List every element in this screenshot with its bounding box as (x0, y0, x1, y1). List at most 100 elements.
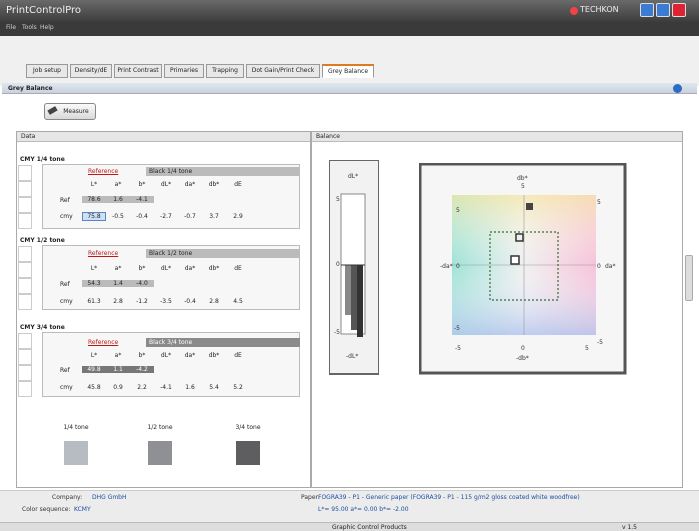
table-cell: 2.8 (113, 298, 123, 305)
paper-lab-values: L*= 95.00 a*= 0.00 b*= -2.00 (318, 506, 409, 513)
tick-label: 5 (585, 345, 589, 352)
column-header: b* (138, 181, 146, 188)
reference-link[interactable]: Reference (88, 339, 118, 346)
dl-bar-three-quarter (357, 265, 363, 337)
row-selector[interactable] (18, 365, 32, 381)
row-selector[interactable] (18, 246, 32, 262)
table-cell: 4.5 (233, 298, 243, 305)
column-header: a* (114, 352, 122, 359)
menu-help[interactable]: Help (40, 24, 54, 31)
tab-print-contrast[interactable]: Print Contrast (114, 64, 162, 78)
tab-dot-gain[interactable]: Dot Gain/Print Check (246, 64, 320, 78)
row-selector[interactable] (18, 349, 32, 365)
table-cell: 0.9 (113, 384, 123, 391)
row-label-ref: Ref (60, 281, 70, 288)
tab-primaries[interactable]: Primaries (164, 64, 204, 78)
minimize-button[interactable] (640, 3, 654, 17)
swatch-three-quarter-tone (236, 441, 260, 465)
title-bar: PrintControlPro TECHKON (0, 0, 699, 22)
table-cell: 2.2 (137, 384, 147, 391)
table-cell: 5.4 (209, 384, 219, 391)
swatch-label: 1/2 tone (147, 424, 173, 431)
dl-scale-label: -5 (334, 329, 340, 336)
app-title: PrintControlPro (6, 5, 82, 16)
row-selector[interactable] (18, 197, 32, 213)
column-header: db* (208, 352, 220, 359)
row-selector[interactable] (18, 381, 32, 397)
table-cell: -0.5 (112, 213, 124, 220)
sequence-label: Color sequence: (22, 506, 71, 513)
column-header: dE (234, 265, 242, 272)
table-cell: 1.6 (185, 384, 195, 391)
column-header: dL* (160, 265, 172, 272)
footer-strip: Graphic Control Products v 1.5 (0, 522, 699, 531)
brand-logo-icon (570, 7, 578, 15)
reference-select[interactable]: Black 1/2 tone (146, 249, 300, 258)
point-half-tone (515, 233, 524, 242)
dl-bar-quarter (345, 265, 351, 315)
column-header: db* (208, 265, 220, 272)
column-header: dL* (160, 181, 172, 188)
da-left-label: -da* (440, 263, 453, 270)
row-selector[interactable] (18, 165, 32, 181)
row-label-cmy: cmy (60, 213, 73, 220)
maximize-button[interactable] (656, 3, 670, 17)
column-header: dL* (160, 352, 172, 359)
column-header: L* (90, 265, 98, 272)
table-cell: 78.6 (82, 196, 106, 203)
table-cell: -0.4 (136, 213, 148, 220)
dl-bottom-label: -dL* (346, 353, 359, 360)
company-value: DHG GmbH (92, 494, 127, 501)
column-header: b* (138, 352, 146, 359)
table-cell: -3.5 (160, 298, 172, 305)
tick-label: -5 (455, 345, 461, 352)
table-cell: 61.3 (87, 298, 101, 305)
tab-job-setup[interactable]: Job setup (26, 64, 68, 78)
dl-scale-label: 5 (336, 196, 340, 203)
tick-label: 5 (597, 199, 601, 206)
reference-select[interactable]: Black 3/4 tone (146, 338, 300, 347)
row-label-ref: Ref (60, 367, 70, 374)
table-cell[interactable]: 75.8 (82, 212, 106, 221)
row-selector[interactable] (18, 333, 32, 349)
tab-strip (0, 36, 699, 86)
tab-grey-balance[interactable]: Grey Balance (322, 64, 374, 78)
table-cell: 3.7 (209, 213, 219, 220)
table-cell: -2.7 (160, 213, 172, 220)
da-right-label: da* (605, 263, 616, 270)
sequence-value: KCMY (74, 506, 91, 513)
tick-label: 5 (456, 207, 460, 214)
reference-link[interactable]: Reference (88, 250, 118, 257)
help-icon[interactable] (673, 84, 682, 93)
tick-label: 0 (597, 263, 601, 270)
close-button[interactable] (672, 3, 686, 17)
row-label-cmy: cmy (60, 298, 73, 305)
db-bottom-label: -db* (516, 355, 529, 362)
table-cell: -4.1 (130, 196, 154, 203)
panel-splitter-handle[interactable] (685, 255, 693, 301)
table-cell: 2.9 (233, 213, 243, 220)
column-header: L* (90, 181, 98, 188)
company-label: Company: (52, 494, 83, 501)
menu-file[interactable]: File (6, 24, 16, 31)
table-cell: 5.2 (233, 384, 243, 391)
section-header: Grey Balance (2, 83, 697, 94)
row-selector[interactable] (18, 262, 32, 278)
swatch-label: 1/4 tone (63, 424, 89, 431)
reference-select[interactable]: Black 1/4 tone (146, 167, 300, 176)
swatch-half-tone (148, 441, 172, 465)
balance-panel-title: Balance (312, 132, 682, 142)
reference-link[interactable]: Reference (88, 168, 118, 175)
column-header: a* (114, 265, 122, 272)
row-selector[interactable] (18, 181, 32, 197)
tick-label: -5 (454, 325, 460, 332)
row-label-cmy: cmy (60, 384, 73, 391)
row-selector[interactable] (18, 278, 32, 294)
row-selector[interactable] (18, 213, 32, 229)
footer-text: Graphic Control Products (332, 524, 407, 531)
swatch-label: 3/4 tone (235, 424, 261, 431)
tab-trapping[interactable]: Trapping (206, 64, 244, 78)
menu-tools[interactable]: Tools (22, 24, 37, 31)
tab-density[interactable]: Density/dE (70, 64, 112, 78)
row-selector[interactable] (18, 294, 32, 310)
